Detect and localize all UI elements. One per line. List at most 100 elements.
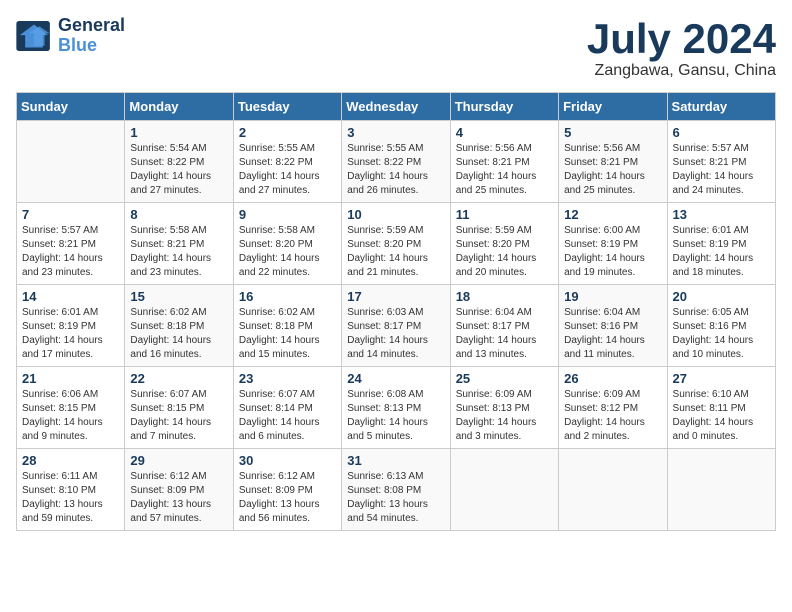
calendar-cell: 10 Sunrise: 5:59 AM Sunset: 8:20 PM Dayli… bbox=[342, 203, 450, 285]
day-info: Sunrise: 6:05 AM Sunset: 8:16 PM Dayligh… bbox=[673, 306, 770, 362]
calendar-cell bbox=[450, 449, 558, 531]
calendar-week-4: 21 Sunrise: 6:06 AM Sunset: 8:15 PM Dayli… bbox=[17, 367, 776, 449]
column-header-thursday: Thursday bbox=[450, 93, 558, 121]
day-info: Sunrise: 6:02 AM Sunset: 8:18 PM Dayligh… bbox=[130, 306, 227, 362]
logo-icon bbox=[16, 21, 52, 51]
day-info: Sunrise: 6:07 AM Sunset: 8:14 PM Dayligh… bbox=[239, 388, 336, 444]
day-number: 2 bbox=[239, 125, 336, 140]
day-number: 13 bbox=[673, 207, 770, 222]
day-info: Sunrise: 6:12 AM Sunset: 8:09 PM Dayligh… bbox=[239, 470, 336, 526]
day-number: 11 bbox=[456, 207, 553, 222]
day-info: Sunrise: 5:56 AM Sunset: 8:21 PM Dayligh… bbox=[456, 142, 553, 198]
column-header-saturday: Saturday bbox=[667, 93, 775, 121]
calendar-week-2: 7Sunrise: 5:57 AM Sunset: 8:21 PM Daylig… bbox=[17, 203, 776, 285]
calendar-cell: 29 Sunrise: 6:12 AM Sunset: 8:09 PM Dayli… bbox=[125, 449, 233, 531]
day-number: 23 bbox=[239, 371, 336, 386]
day-info: Sunrise: 6:01 AM Sunset: 8:19 PM Dayligh… bbox=[22, 306, 119, 362]
day-number: 10 bbox=[347, 207, 444, 222]
day-info: Sunrise: 6:08 AM Sunset: 8:13 PM Dayligh… bbox=[347, 388, 444, 444]
day-number: 19 bbox=[564, 289, 661, 304]
day-number: 30 bbox=[239, 453, 336, 468]
calendar-cell: 2 Sunrise: 5:55 AM Sunset: 8:22 PM Daylig… bbox=[233, 121, 341, 203]
day-info: Sunrise: 5:59 AM Sunset: 8:20 PM Dayligh… bbox=[456, 224, 553, 280]
day-info: Sunrise: 6:02 AM Sunset: 8:18 PM Dayligh… bbox=[239, 306, 336, 362]
day-info: Sunrise: 5:58 AM Sunset: 8:20 PM Dayligh… bbox=[239, 224, 336, 280]
calendar-cell: 17 Sunrise: 6:03 AM Sunset: 8:17 PM Dayli… bbox=[342, 285, 450, 367]
day-info: Sunrise: 6:00 AM Sunset: 8:19 PM Dayligh… bbox=[564, 224, 661, 280]
logo: General Blue bbox=[16, 16, 125, 56]
day-info: Sunrise: 6:01 AM Sunset: 8:19 PM Dayligh… bbox=[673, 224, 770, 280]
day-number: 25 bbox=[456, 371, 553, 386]
day-info: Sunrise: 5:57 AM Sunset: 8:21 PM Dayligh… bbox=[673, 142, 770, 198]
day-number: 5 bbox=[564, 125, 661, 140]
day-info: Sunrise: 5:55 AM Sunset: 8:22 PM Dayligh… bbox=[347, 142, 444, 198]
calendar-cell: 20 Sunrise: 6:05 AM Sunset: 8:16 PM Dayli… bbox=[667, 285, 775, 367]
day-info: Sunrise: 5:55 AM Sunset: 8:22 PM Dayligh… bbox=[239, 142, 336, 198]
calendar-cell: 13 Sunrise: 6:01 AM Sunset: 8:19 PM Dayli… bbox=[667, 203, 775, 285]
calendar-cell: 31Sunrise: 6:13 AM Sunset: 8:08 PM Dayli… bbox=[342, 449, 450, 531]
page-header: General Blue July 2024 Zangbawa, Gansu, … bbox=[16, 16, 776, 80]
day-number: 16 bbox=[239, 289, 336, 304]
day-number: 9 bbox=[239, 207, 336, 222]
calendar-cell: 5Sunrise: 5:56 AM Sunset: 8:21 PM Daylig… bbox=[559, 121, 667, 203]
day-number: 31 bbox=[347, 453, 444, 468]
calendar-cell: 23 Sunrise: 6:07 AM Sunset: 8:14 PM Dayli… bbox=[233, 367, 341, 449]
calendar-cell: 3 Sunrise: 5:55 AM Sunset: 8:22 PM Daylig… bbox=[342, 121, 450, 203]
column-header-sunday: Sunday bbox=[17, 93, 125, 121]
day-number: 27 bbox=[673, 371, 770, 386]
calendar-cell: 11 Sunrise: 5:59 AM Sunset: 8:20 PM Dayli… bbox=[450, 203, 558, 285]
column-header-friday: Friday bbox=[559, 93, 667, 121]
day-info: Sunrise: 5:58 AM Sunset: 8:21 PM Dayligh… bbox=[130, 224, 227, 280]
day-number: 24 bbox=[347, 371, 444, 386]
calendar-cell: 30 Sunrise: 6:12 AM Sunset: 8:09 PM Dayli… bbox=[233, 449, 341, 531]
day-number: 20 bbox=[673, 289, 770, 304]
calendar-header-row: SundayMondayTuesdayWednesdayThursdayFrid… bbox=[17, 93, 776, 121]
calendar-cell: 18Sunrise: 6:04 AM Sunset: 8:17 PM Dayli… bbox=[450, 285, 558, 367]
calendar-cell: 1Sunrise: 5:54 AM Sunset: 8:22 PM Daylig… bbox=[125, 121, 233, 203]
calendar-cell: 21 Sunrise: 6:06 AM Sunset: 8:15 PM Dayli… bbox=[17, 367, 125, 449]
day-number: 18 bbox=[456, 289, 553, 304]
calendar-cell: 24 Sunrise: 6:08 AM Sunset: 8:13 PM Dayli… bbox=[342, 367, 450, 449]
calendar-cell: 22 Sunrise: 6:07 AM Sunset: 8:15 PM Dayli… bbox=[125, 367, 233, 449]
calendar-body: 1Sunrise: 5:54 AM Sunset: 8:22 PM Daylig… bbox=[17, 121, 776, 531]
day-number: 3 bbox=[347, 125, 444, 140]
calendar-cell bbox=[667, 449, 775, 531]
calendar-table: SundayMondayTuesdayWednesdayThursdayFrid… bbox=[16, 92, 776, 531]
calendar-cell: 14 Sunrise: 6:01 AM Sunset: 8:19 PM Dayli… bbox=[17, 285, 125, 367]
calendar-week-5: 28 Sunrise: 6:11 AM Sunset: 8:10 PM Dayli… bbox=[17, 449, 776, 531]
day-info: Sunrise: 6:09 AM Sunset: 8:13 PM Dayligh… bbox=[456, 388, 553, 444]
calendar-cell bbox=[559, 449, 667, 531]
calendar-cell: 28 Sunrise: 6:11 AM Sunset: 8:10 PM Dayli… bbox=[17, 449, 125, 531]
day-number: 6 bbox=[673, 125, 770, 140]
day-info: Sunrise: 6:03 AM Sunset: 8:17 PM Dayligh… bbox=[347, 306, 444, 362]
day-number: 17 bbox=[347, 289, 444, 304]
calendar-cell: 26Sunrise: 6:09 AM Sunset: 8:12 PM Dayli… bbox=[559, 367, 667, 449]
day-number: 22 bbox=[130, 371, 227, 386]
day-info: Sunrise: 6:11 AM Sunset: 8:10 PM Dayligh… bbox=[22, 470, 119, 526]
logo-text: General Blue bbox=[58, 16, 125, 56]
day-info: Sunrise: 6:06 AM Sunset: 8:15 PM Dayligh… bbox=[22, 388, 119, 444]
calendar-week-3: 14 Sunrise: 6:01 AM Sunset: 8:19 PM Dayli… bbox=[17, 285, 776, 367]
day-info: Sunrise: 6:12 AM Sunset: 8:09 PM Dayligh… bbox=[130, 470, 227, 526]
day-number: 21 bbox=[22, 371, 119, 386]
day-info: Sunrise: 5:59 AM Sunset: 8:20 PM Dayligh… bbox=[347, 224, 444, 280]
day-info: Sunrise: 6:09 AM Sunset: 8:12 PM Dayligh… bbox=[564, 388, 661, 444]
day-info: Sunrise: 6:10 AM Sunset: 8:11 PM Dayligh… bbox=[673, 388, 770, 444]
day-number: 1 bbox=[130, 125, 227, 140]
day-number: 7 bbox=[22, 207, 119, 222]
day-number: 14 bbox=[22, 289, 119, 304]
calendar-cell: 15 Sunrise: 6:02 AM Sunset: 8:18 PM Dayli… bbox=[125, 285, 233, 367]
day-info: Sunrise: 6:07 AM Sunset: 8:15 PM Dayligh… bbox=[130, 388, 227, 444]
calendar-week-1: 1Sunrise: 5:54 AM Sunset: 8:22 PM Daylig… bbox=[17, 121, 776, 203]
location-subtitle: Zangbawa, Gansu, China bbox=[587, 62, 776, 80]
day-info: Sunrise: 6:04 AM Sunset: 8:16 PM Dayligh… bbox=[564, 306, 661, 362]
calendar-cell: 19 Sunrise: 6:04 AM Sunset: 8:16 PM Dayli… bbox=[559, 285, 667, 367]
day-number: 4 bbox=[456, 125, 553, 140]
day-number: 28 bbox=[22, 453, 119, 468]
day-number: 29 bbox=[130, 453, 227, 468]
month-title: July 2024 bbox=[587, 16, 776, 62]
day-number: 12 bbox=[564, 207, 661, 222]
day-number: 15 bbox=[130, 289, 227, 304]
column-header-monday: Monday bbox=[125, 93, 233, 121]
calendar-cell: 7Sunrise: 5:57 AM Sunset: 8:21 PM Daylig… bbox=[17, 203, 125, 285]
